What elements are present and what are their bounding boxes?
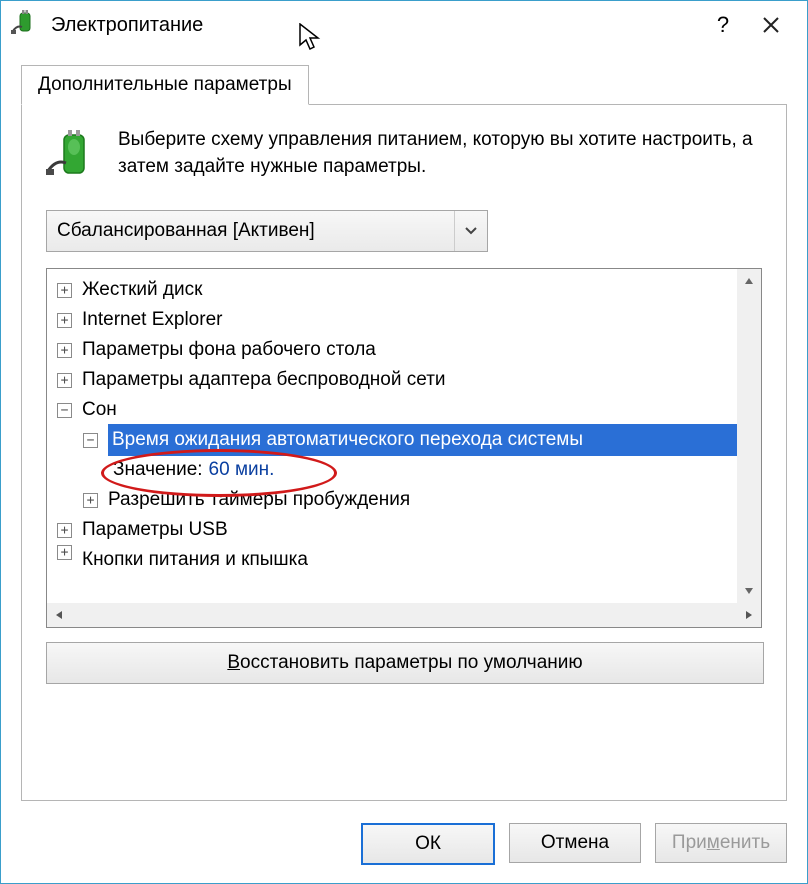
button-label: Применить: [672, 832, 770, 854]
tree-node-wifi[interactable]: + Параметры адаптера беспроводной сети: [57, 365, 737, 395]
scroll-up-icon[interactable]: [737, 269, 761, 293]
expander-minus-icon[interactable]: −: [83, 433, 98, 448]
scroll-left-icon[interactable]: [47, 603, 71, 627]
window-title: Электропитание: [51, 14, 203, 37]
close-button[interactable]: [747, 1, 795, 49]
scroll-down-icon[interactable]: [737, 579, 761, 603]
expander-plus-icon[interactable]: +: [57, 283, 72, 298]
button-label: ОК: [415, 833, 441, 855]
expander-minus-icon[interactable]: −: [57, 403, 72, 418]
tree-node-sleep-timeout[interactable]: − Время ожидания автоматического переход…: [57, 425, 737, 455]
expander-plus-icon[interactable]: +: [57, 343, 72, 358]
dialog-buttons: ОК Отмена Применить: [1, 809, 807, 883]
ok-button[interactable]: ОК: [361, 823, 495, 865]
tree-node-usb[interactable]: + Параметры USB: [57, 515, 737, 545]
dropdown-selected-text: Сбалансированная [Активен]: [47, 220, 454, 242]
horizontal-scrollbar[interactable]: [47, 603, 761, 627]
tree-node-ie[interactable]: + Internet Explorer: [57, 305, 737, 335]
battery-icon: [46, 127, 100, 186]
tree-node-hdd[interactable]: + Жесткий диск: [57, 275, 737, 305]
app-icon: [11, 9, 39, 42]
expander-plus-icon[interactable]: +: [57, 373, 72, 388]
value-label: Значение:: [113, 455, 203, 484]
settings-tree[interactable]: + Жесткий диск + Internet Explorer + Пар…: [47, 269, 737, 603]
tree-node-lid[interactable]: + Кнопки питания и кпышка: [57, 545, 737, 565]
titlebar: Электропитание ?: [1, 1, 807, 49]
tree-node-sleep[interactable]: − Сон: [57, 395, 737, 425]
value-text: 60 мин.: [209, 455, 275, 484]
power-plan-dropdown[interactable]: Сбалансированная [Активен]: [46, 210, 488, 252]
power-options-window: Электропитание ? Дополнительные параметр…: [0, 0, 808, 884]
scroll-right-icon[interactable]: [737, 603, 761, 627]
expander-plus-icon[interactable]: +: [83, 493, 98, 508]
tab-panel: Выберите схему управления питанием, кото…: [21, 104, 787, 801]
expander-plus-icon[interactable]: +: [57, 523, 72, 538]
vertical-scrollbar[interactable]: [737, 269, 761, 603]
help-button[interactable]: ?: [699, 1, 747, 49]
tabstrip: Дополнительные параметры: [21, 65, 787, 105]
header-text: Выберите схему управления питанием, кото…: [118, 127, 762, 186]
expander-plus-icon[interactable]: +: [57, 545, 72, 560]
header-block: Выберите схему управления питанием, кото…: [46, 127, 762, 186]
tab-advanced[interactable]: Дополнительные параметры: [21, 65, 309, 105]
settings-tree-panel: + Жесткий диск + Internet Explorer + Пар…: [46, 268, 762, 628]
chevron-down-icon[interactable]: [454, 211, 487, 251]
tree-node-wallpaper[interactable]: + Параметры фона рабочего стола: [57, 335, 737, 365]
expander-plus-icon[interactable]: +: [57, 313, 72, 328]
apply-button[interactable]: Применить: [655, 823, 787, 863]
button-label: Восстановить параметры по умолчанию: [227, 652, 582, 674]
restore-defaults-button[interactable]: Восстановить параметры по умолчанию: [46, 642, 764, 684]
tree-node-value[interactable]: Значение: 60 мин.: [57, 455, 737, 485]
button-label: Отмена: [541, 832, 609, 854]
tree-node-wake-timers[interactable]: + Разрешить таймеры пробуждения: [57, 485, 737, 515]
cancel-button[interactable]: Отмена: [509, 823, 641, 863]
client-area: Дополнительные параметры Выберите схему …: [1, 49, 807, 809]
